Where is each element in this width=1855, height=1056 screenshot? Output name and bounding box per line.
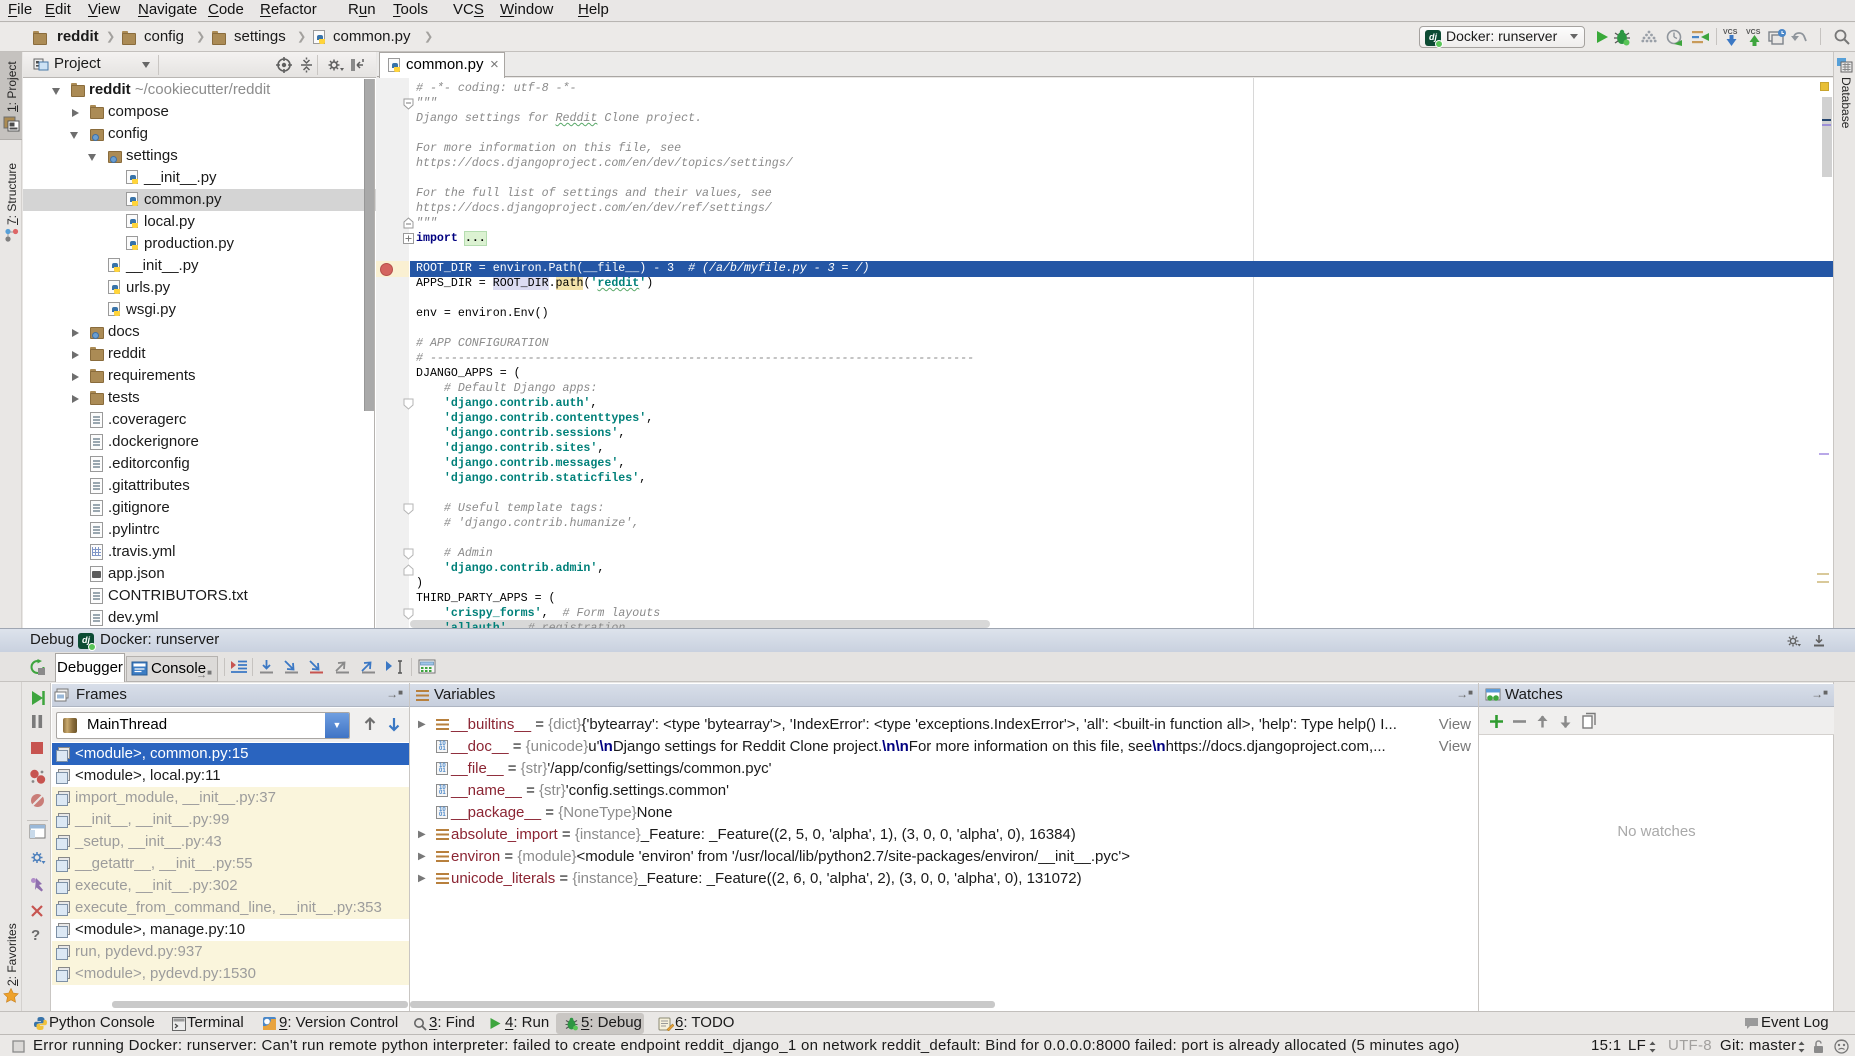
- svg-text:VCS: VCS: [1723, 29, 1738, 36]
- svg-text:VCS: VCS: [1746, 29, 1761, 36]
